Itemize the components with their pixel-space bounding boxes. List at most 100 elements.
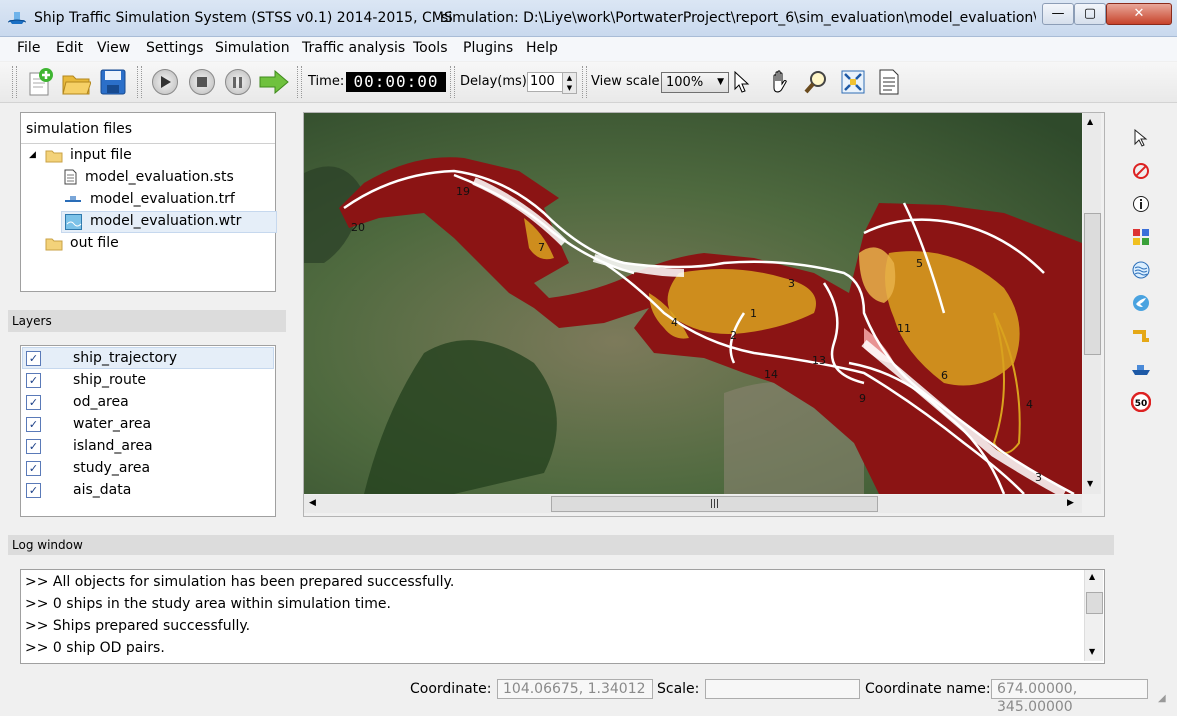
layer-checkbox[interactable]: ✓: [26, 461, 41, 476]
toolbar-grip[interactable]: [450, 66, 455, 98]
toolbar-grip[interactable]: [582, 66, 587, 98]
save-icon[interactable]: [97, 66, 129, 98]
simulation-path: simulation: D:\Liye\work\PortwaterProjec…: [441, 10, 1036, 26]
layer-checkbox[interactable]: ✓: [26, 439, 41, 454]
scroll-up-icon[interactable]: ▲: [1089, 572, 1095, 581]
info-icon[interactable]: [1131, 194, 1151, 214]
log-window: >> All objects for simulation has been p…: [20, 569, 1105, 664]
layer-checkbox[interactable]: ✓: [26, 351, 41, 366]
next-arrow-icon[interactable]: [258, 66, 290, 98]
log-scroll-thumb[interactable]: [1086, 592, 1103, 614]
layer-checkbox[interactable]: ✓: [26, 395, 41, 410]
time-label: Time:: [308, 74, 345, 89]
layer-label: ais_data: [73, 482, 132, 498]
map-zone-label: 3: [788, 277, 795, 290]
view-scale-select[interactable]: 100% ▼: [661, 72, 729, 93]
map-zone-label: 2: [730, 329, 737, 342]
scroll-up-icon[interactable]: ▲: [1087, 117, 1093, 126]
select-arrow-icon[interactable]: [1131, 128, 1151, 148]
delay-input[interactable]: 100: [527, 72, 567, 92]
traffic-file-icon: [64, 193, 82, 208]
pointer-icon[interactable]: [726, 66, 758, 98]
map-vertical-scrollbar[interactable]: ▲ ▼: [1083, 113, 1101, 494]
ship-icon[interactable]: [1131, 359, 1151, 379]
layer-label: ship_route: [73, 372, 146, 388]
map-zone-label: 13: [812, 354, 826, 367]
open-folder-icon[interactable]: [60, 66, 92, 98]
report-icon[interactable]: [873, 66, 905, 98]
files-panel-title: simulation files: [26, 121, 133, 137]
window-title: Ship Traffic Simulation System (STSS v0.…: [34, 10, 453, 26]
delay-spinner[interactable]: ▲ ▼: [562, 72, 577, 94]
menu-help[interactable]: Help: [526, 40, 558, 56]
fit-view-icon[interactable]: [837, 66, 869, 98]
menu-simulation[interactable]: Simulation: [215, 40, 290, 56]
layer-label: od_area: [73, 394, 129, 410]
simulation-files-panel: simulation files ◢ input file model_eval…: [20, 112, 277, 292]
maximize-button[interactable]: ▢: [1074, 3, 1106, 25]
menu-edit[interactable]: Edit: [56, 40, 83, 56]
no-entry-icon[interactable]: [1131, 161, 1151, 181]
menu-traffic-analysis[interactable]: Traffic analysis: [302, 40, 405, 56]
play-icon[interactable]: [149, 66, 181, 98]
menu-settings[interactable]: Settings: [146, 40, 203, 56]
scroll-down-icon[interactable]: ▼: [1089, 647, 1095, 656]
coordinate-label: Coordinate:: [410, 681, 492, 697]
scroll-down-icon[interactable]: ▼: [1087, 479, 1093, 488]
tree-item-file-sts[interactable]: model_evaluation.sts: [85, 169, 234, 185]
menu-file[interactable]: File: [17, 40, 40, 56]
map-zone-label: 14: [764, 368, 778, 381]
zoom-icon[interactable]: [800, 66, 832, 98]
scroll-right-icon[interactable]: ▶: [1067, 498, 1074, 508]
map-vertical-thumb[interactable]: [1084, 213, 1101, 355]
map-horizontal-thumb[interactable]: |||: [551, 496, 878, 512]
resize-grip[interactable]: ◢: [1158, 693, 1166, 704]
tree-item-file-wtr[interactable]: model_evaluation.wtr: [90, 213, 241, 229]
layers-header: Layers: [8, 310, 286, 332]
tree-item-output-folder[interactable]: out file: [70, 235, 119, 251]
tree-item-input-folder[interactable]: input file: [70, 147, 132, 163]
toolbar-grip[interactable]: [297, 66, 302, 98]
map-zone-label: 3: [1035, 471, 1042, 484]
layer-label: water_area: [73, 416, 152, 432]
layer-checkbox[interactable]: ✓: [26, 373, 41, 388]
waves-icon[interactable]: [1131, 260, 1151, 280]
map-svg: [304, 113, 1082, 494]
scroll-left-icon[interactable]: ◀: [309, 498, 316, 508]
toolbar-grip[interactable]: [137, 66, 142, 98]
tree-expand-icon[interactable]: ◢: [29, 150, 36, 160]
layer-checkbox[interactable]: ✓: [26, 483, 41, 498]
tree-item-file-trf[interactable]: model_evaluation.trf: [90, 191, 235, 207]
speed-limit-icon[interactable]: 50: [1131, 392, 1151, 412]
route-icon[interactable]: [1131, 326, 1151, 346]
coordinate-name-field: 674.00000, 345.00000: [991, 679, 1148, 715]
menu-tools[interactable]: Tools: [413, 40, 448, 56]
layer-checkbox[interactable]: ✓: [26, 417, 41, 432]
map-view[interactable]: 19 20 7 3 1 4 2 13 14 9 5 11 6 4 3 ▲ ▼ ◀ ||| ▶: [303, 112, 1105, 517]
pan-hand-icon[interactable]: [764, 66, 796, 98]
map-canvas[interactable]: 19 20 7 3 1 4 2 13 14 9 5 11 6 4 3: [304, 113, 1082, 494]
map-zone-label: 4: [671, 316, 678, 329]
bird-icon[interactable]: [1131, 293, 1151, 313]
coordinate-name-label: Coordinate name:: [865, 681, 991, 697]
layer-label: study_area: [73, 460, 151, 476]
log-window-header: Log window: [8, 535, 1114, 555]
menu-plugins[interactable]: Plugins: [463, 40, 513, 56]
app-icon: [7, 9, 27, 25]
puzzle-icon[interactable]: [1131, 227, 1151, 247]
folder-icon: [45, 237, 63, 255]
files-panel-header: simulation files: [21, 113, 275, 144]
new-file-icon[interactable]: [24, 66, 56, 98]
stop-icon[interactable]: [186, 66, 218, 98]
pause-icon[interactable]: [222, 66, 254, 98]
log-vertical-scrollbar[interactable]: ▲ ▼: [1084, 570, 1103, 661]
view-scale-value: 100%: [666, 75, 704, 90]
map-zone-label: 6: [941, 369, 948, 382]
minimize-button[interactable]: —: [1042, 3, 1074, 25]
map-zone-label: 20: [351, 221, 365, 234]
map-horizontal-scrollbar[interactable]: ◀ ||| ▶: [304, 495, 1082, 513]
toolbar-grip[interactable]: [12, 66, 17, 98]
menu-view[interactable]: View: [97, 40, 130, 56]
close-button[interactable]: ✕: [1106, 3, 1172, 25]
document-icon: [64, 169, 77, 189]
